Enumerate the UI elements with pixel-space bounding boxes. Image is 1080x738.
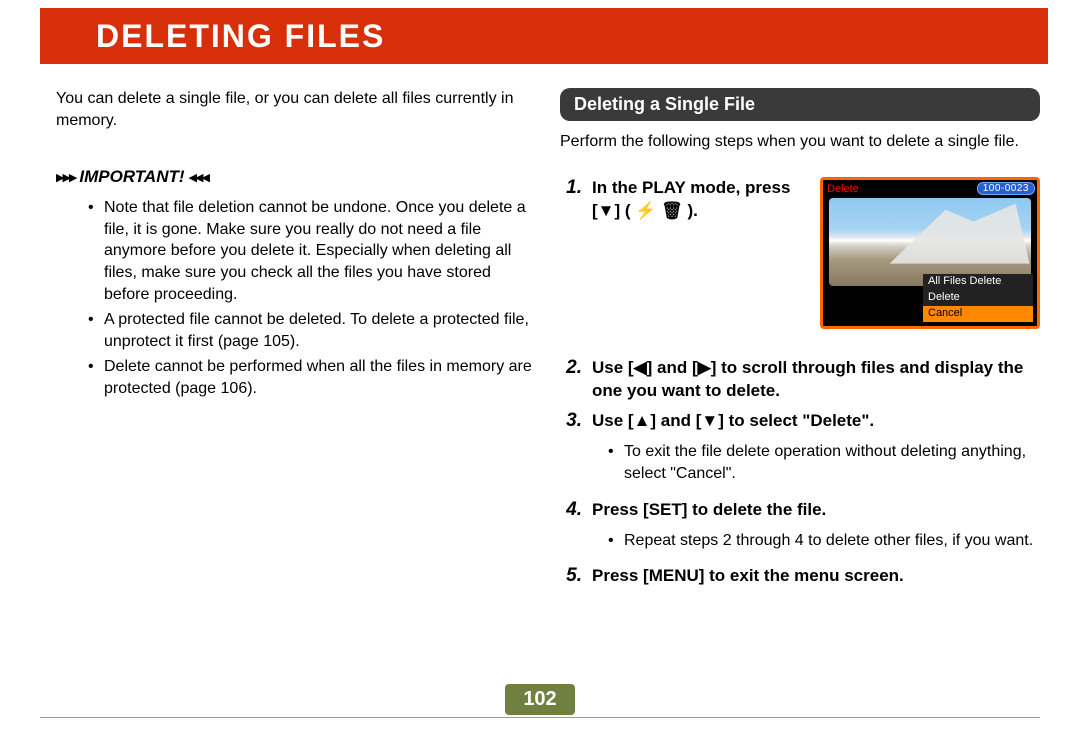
important-label: IMPORTANT! <box>79 167 184 187</box>
menu-item-delete: Delete <box>923 290 1033 306</box>
step-text: Use [▲] and [▼] to select "Delete". <box>592 410 1040 433</box>
right-column: Deleting a Single File Perform the follo… <box>560 88 1040 596</box>
step-2-row: 2. Use [◀] and [▶] to scroll through fil… <box>560 357 1040 403</box>
step-number: 5. <box>560 565 582 587</box>
camera-file-number: 100-0023 <box>977 182 1035 195</box>
arrows-left-icon: ◀◀◀ <box>189 171 208 184</box>
menu-item-cancel: Cancel <box>923 306 1033 322</box>
intro-text: You can delete a single file, or you can… <box>56 88 536 131</box>
step-text: Press [SET] to delete the file. <box>592 499 1040 522</box>
page-number: 102 <box>505 684 574 715</box>
footer-divider <box>40 717 1040 718</box>
step-4-sublist-item: Repeat steps 2 through 4 to delete other… <box>608 530 1040 552</box>
arrows-right-icon: ▶▶▶ <box>56 171 75 184</box>
step-number: 4. <box>560 499 582 521</box>
section-intro: Perform the following steps when you wan… <box>560 131 1040 153</box>
step-text: Use [◀] and [▶] to scroll through files … <box>592 357 1040 403</box>
camera-preview-image <box>829 198 1031 286</box>
page-footer: 102 <box>0 684 1080 718</box>
important-item: Delete cannot be performed when all the … <box>88 356 536 399</box>
step-3-row: 3. Use [▲] and [▼] to select "Delete". <box>560 410 1040 433</box>
step-4-sublist: Repeat steps 2 through 4 to delete other… <box>608 530 1040 552</box>
menu-item-all-files-delete: All Files Delete <box>923 274 1033 290</box>
page-title: DELETING FILES <box>96 18 385 55</box>
step-4-row: 4. Press [SET] to delete the file. <box>560 499 1040 522</box>
step-3-sublist-item: To exit the file delete operation withou… <box>608 441 1040 484</box>
important-item: Note that file deletion cannot be undone… <box>88 197 536 305</box>
mountain-illustration <box>890 204 1030 264</box>
step-1-row: 1. In the PLAY mode, press [▼] ( ⚡ 🗑 ). … <box>560 177 1040 349</box>
step-3-sublist: To exit the file delete operation withou… <box>608 441 1040 484</box>
important-item: A protected file cannot be deleted. To d… <box>88 309 536 352</box>
step-5-row: 5. Press [MENU] to exit the menu screen. <box>560 565 1040 588</box>
left-column: You can delete a single file, or you can… <box>56 88 536 596</box>
step-number: 2. <box>560 357 582 379</box>
page-title-bar: DELETING FILES <box>40 8 1048 64</box>
camera-screen-mock: Delete 100-0023 All Files Delete Delete … <box>820 177 1040 329</box>
important-heading: ▶▶▶ IMPORTANT! ◀◀◀ <box>56 167 536 187</box>
important-bullets: Note that file deletion cannot be undone… <box>56 197 536 399</box>
step-number: 1. <box>560 177 582 223</box>
step-text: In the PLAY mode, press [▼] ( ⚡ 🗑 ). <box>592 177 810 223</box>
section-header: Deleting a Single File <box>560 88 1040 121</box>
step-number: 3. <box>560 410 582 432</box>
camera-mode-label: Delete <box>825 183 859 195</box>
camera-context-menu: All Files Delete Delete Cancel <box>923 274 1033 321</box>
step-text: Press [MENU] to exit the menu screen. <box>592 565 1040 588</box>
